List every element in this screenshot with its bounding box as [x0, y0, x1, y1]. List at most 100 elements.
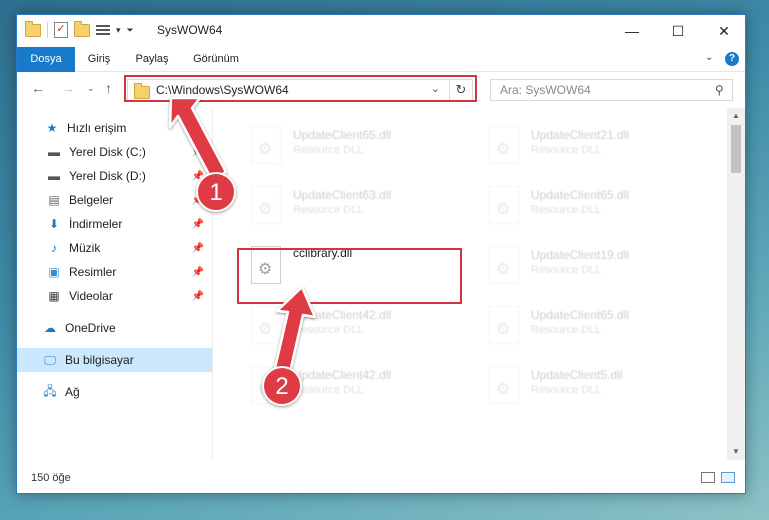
pin-icon[interactable]: 📌	[192, 147, 204, 158]
nav-item-label: Resimler	[69, 265, 117, 279]
nav-item-label: Hızlı erişim	[67, 121, 127, 135]
documents-icon: ▤	[48, 193, 60, 207]
navigation-pane: ★ Hızlı erişim ▬ Yerel Disk (C:) 📌 ▬ Yer…	[17, 108, 213, 460]
qat-customize-arrow-icon[interactable]: ⏷	[127, 25, 134, 36]
nav-item-label: Bu bilgisayar	[65, 353, 134, 367]
file-name: UpdateClient19.dll	[531, 248, 630, 262]
nav-item-label: Ağ	[65, 385, 80, 399]
up-button[interactable]: ↑	[105, 80, 112, 96]
maximize-button[interactable]: ☐	[655, 15, 701, 47]
nav-item-documents[interactable]: ▤ Belgeler 📌	[17, 188, 212, 212]
file-description: Resource DLL	[293, 384, 364, 396]
download-icon: ⬇	[48, 217, 60, 231]
file-name: UpdateClient63.dll	[293, 188, 392, 202]
videos-icon: ▦	[48, 289, 60, 303]
scroll-down-icon[interactable]: ▼	[727, 444, 745, 460]
pin-icon[interactable]: 📌	[192, 267, 204, 278]
drive-icon: ▬	[48, 145, 60, 159]
new-folder-icon[interactable]	[74, 20, 90, 37]
help-icon[interactable]: ?	[725, 52, 739, 66]
vertical-scrollbar[interactable]: ▲ ▼	[727, 108, 745, 460]
pin-icon[interactable]: 📌	[192, 243, 204, 254]
search-placeholder[interactable]: Ara: SysWOW64	[500, 83, 591, 97]
file-description: Resource DLL	[531, 384, 602, 396]
details-view-icon[interactable]	[701, 472, 715, 483]
drive-icon: ▬	[48, 169, 60, 183]
nav-item-label: Videolar	[69, 289, 113, 303]
title-bar: ✓ ▾ ⏷ SysWOW64 — ☐ ✕	[17, 15, 745, 47]
folder-icon	[25, 20, 41, 37]
file-name: UpdateClient21.dll	[531, 128, 630, 142]
computer-icon: 🖵	[44, 352, 56, 367]
file-description: Resource DLL	[531, 264, 602, 276]
list-item[interactable]: UpdateClient5.dll Resource DLL	[481, 360, 701, 410]
file-description: Resource DLL	[293, 204, 364, 216]
tab-view[interactable]: Görünüm	[185, 47, 247, 71]
nav-item-music[interactable]: ♪ Müzik 📌	[17, 236, 212, 260]
search-icon[interactable]: ⚲	[715, 83, 724, 97]
list-item[interactable]: UpdateClient63.dll Resource DLL	[243, 180, 463, 230]
list-item[interactable]: UpdateClient19.dll Resource DLL	[481, 240, 701, 290]
file-list: UpdateClient65.dll Resource DLL UpdateCl…	[213, 108, 727, 460]
status-bar: 150 öğe	[17, 460, 745, 493]
nav-item-disk-c[interactable]: ▬ Yerel Disk (C:) 📌	[17, 140, 212, 164]
nav-item-label: Yerel Disk (D:)	[69, 169, 146, 183]
properties-check-icon[interactable]: ✓	[54, 22, 68, 38]
nav-item-pictures[interactable]: ▣ Resimler 📌	[17, 260, 212, 284]
pin-icon[interactable]: 📌	[192, 291, 204, 302]
search-box[interactable]: Ara: SysWOW64 ⚲	[490, 79, 733, 101]
file-name: UpdateClient42.dll	[293, 368, 392, 382]
nav-item-label: OneDrive	[65, 321, 116, 335]
forward-button[interactable]: →	[61, 80, 75, 96]
separator	[47, 22, 48, 38]
recent-locations-icon[interactable]: ⌄	[87, 83, 95, 94]
tab-home[interactable]: Giriş	[79, 47, 119, 71]
list-item[interactable]: UpdateClient65.dll Resource DLL	[481, 300, 701, 350]
music-icon: ♪	[51, 241, 57, 255]
customize-icon[interactable]	[96, 23, 110, 37]
dll-file-icon	[489, 306, 519, 344]
nav-item-quick-access[interactable]: ★ Hızlı erişim	[17, 116, 212, 140]
nav-item-network[interactable]: 🖧 Ağ	[17, 380, 212, 404]
ribbon-expand-icon[interactable]: ⌄	[705, 52, 713, 63]
list-item[interactable]: UpdateClient65.dll Resource DLL	[243, 120, 463, 170]
dll-file-icon	[489, 186, 519, 224]
nav-item-this-pc[interactable]: 🖵 Bu bilgisayar	[17, 348, 212, 372]
file-name: UpdateClient65.dll	[531, 308, 630, 322]
file-description: Resource DLL	[293, 144, 364, 156]
nav-item-downloads[interactable]: ⬇ İndirmeler 📌	[17, 212, 212, 236]
large-icons-view-icon[interactable]	[721, 472, 735, 483]
cloud-icon: ☁	[44, 321, 56, 335]
item-count: 150 öğe	[31, 472, 71, 484]
nav-item-label: Belgeler	[69, 193, 114, 207]
nav-item-disk-d[interactable]: ▬ Yerel Disk (D:) 📌	[17, 164, 212, 188]
list-item[interactable]: UpdateClient65.dll Resource DLL	[481, 180, 701, 230]
file-name: UpdateClient5.dll	[531, 368, 623, 382]
star-icon: ★	[46, 121, 58, 135]
qat-dropdown-icon[interactable]: ▾	[116, 25, 121, 36]
back-button[interactable]: ←	[31, 80, 45, 96]
file-description: Resource DLL	[531, 324, 602, 336]
help-wrap: ?	[725, 52, 739, 66]
nav-item-onedrive[interactable]: ☁ OneDrive	[17, 316, 212, 340]
minimize-button[interactable]: —	[609, 15, 655, 47]
close-button[interactable]: ✕	[701, 15, 747, 47]
list-item[interactable]: UpdateClient42.dll Resource DLL	[243, 300, 463, 350]
file-description: Resource DLL	[531, 204, 602, 216]
file-description: Resource DLL	[531, 144, 602, 156]
file-name: UpdateClient65.dll	[293, 128, 392, 142]
address-highlight-box	[124, 75, 477, 102]
file-name: UpdateClient65.dll	[531, 188, 630, 202]
tab-share[interactable]: Paylaş	[129, 47, 175, 71]
scroll-up-icon[interactable]: ▲	[727, 108, 745, 124]
nav-item-videos[interactable]: ▦ Videolar 📌	[17, 284, 212, 308]
list-item[interactable]: UpdateClient21.dll Resource DLL	[481, 120, 701, 170]
dll-file-icon	[489, 126, 519, 164]
nav-item-label: Yerel Disk (C:)	[69, 145, 146, 159]
dll-file-icon	[251, 306, 281, 344]
scroll-thumb[interactable]	[731, 125, 741, 173]
dll-file-icon	[489, 246, 519, 284]
step-marker-2: 2	[262, 366, 302, 406]
pin-icon[interactable]: 📌	[192, 219, 204, 230]
file-name: UpdateClient42.dll	[293, 308, 392, 322]
